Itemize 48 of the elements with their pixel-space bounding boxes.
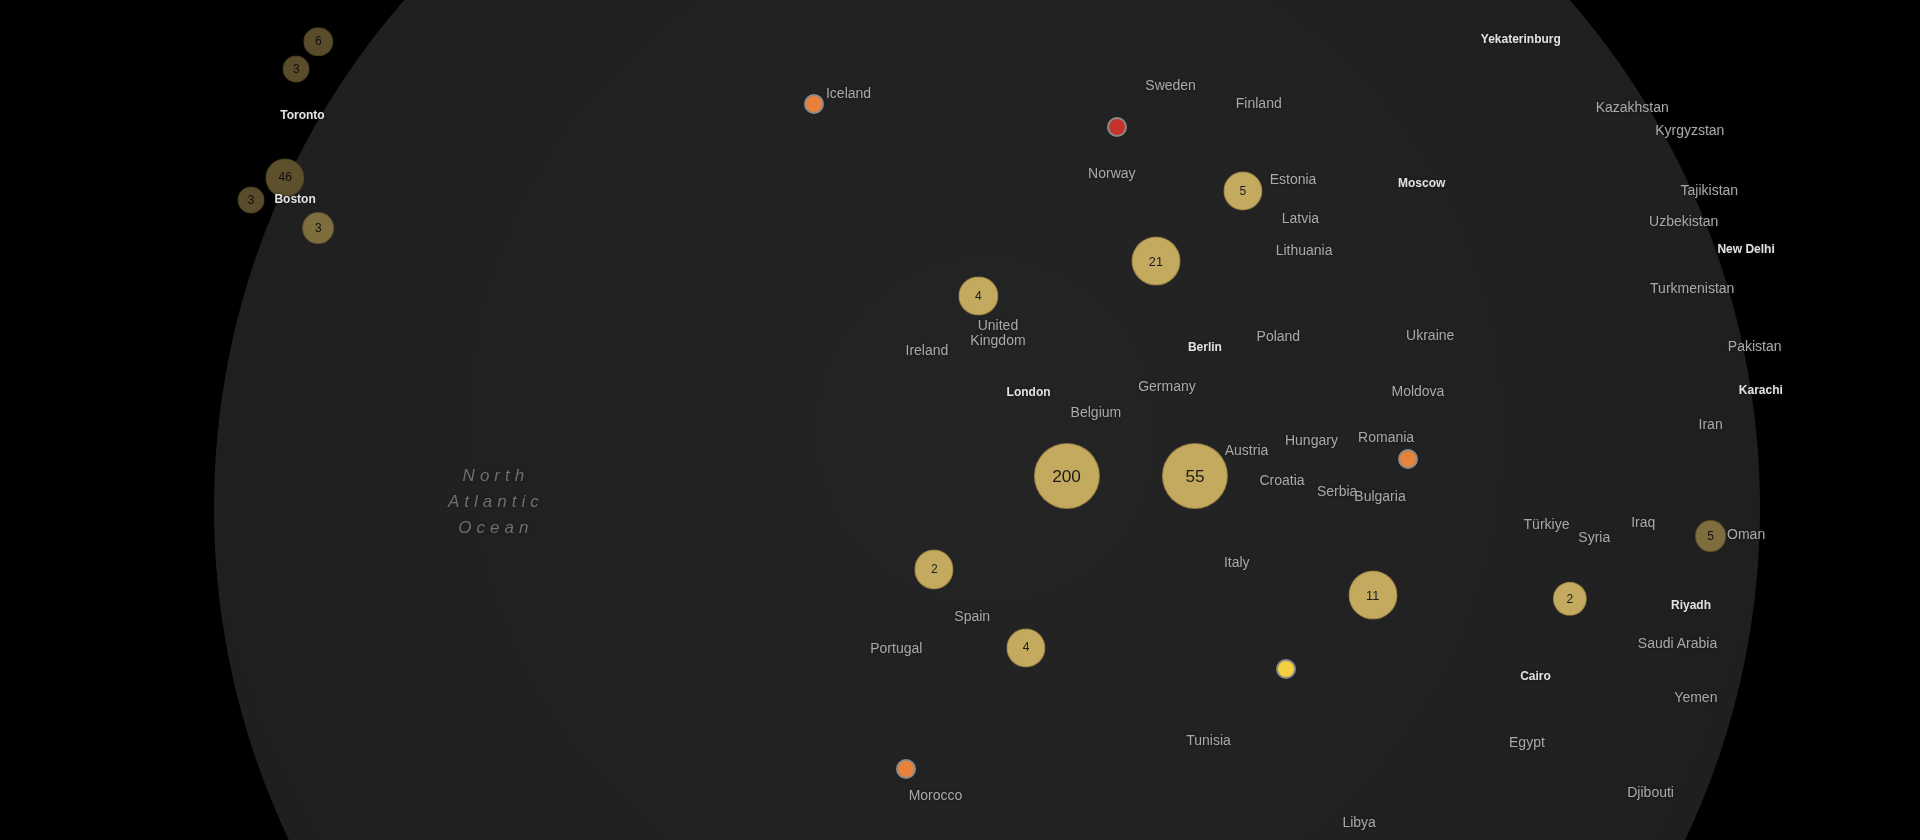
country-label: United Kingdom [970,317,1026,349]
country-label: Spain [954,609,991,625]
country-label: Poland [1256,329,1301,345]
country-label: Tajikistan [1680,183,1739,199]
country-label: Saudi Arabia [1637,636,1718,652]
ocean-label: North Atlantic Ocean [448,465,544,540]
country-label: Italy [1223,555,1250,571]
country-label: Kyrgyzstan [1655,123,1725,139]
country-label: Libya [1342,815,1376,831]
country-label: Egypt [1509,735,1545,751]
country-label: Uzbekistan [1649,213,1719,230]
city-label: Berlin [1187,341,1222,355]
country-label: Iceland [826,86,872,102]
city-label: London [1006,386,1051,400]
country-label: Sweden [1145,78,1196,94]
country-label: Finland [1235,96,1282,112]
country-label: Morocco [908,788,963,804]
country-label: Latvia [1281,211,1320,227]
country-label: Pakistan [1727,338,1782,355]
country-label: Lithuania [1275,243,1333,259]
country-label: Norway [1088,166,1136,182]
country-label: Romania [1358,430,1415,447]
city-label: Riyadh [1671,599,1711,613]
city-label: Karachi [1738,384,1783,398]
country-label: Syria [1578,529,1611,546]
country-label: Germany [1138,379,1196,395]
country-label: Türkiye [1523,517,1570,533]
country-label: Estonia [1269,172,1317,188]
country-label: Ukraine [1406,327,1455,344]
country-label: Turkmenistan [1650,281,1735,297]
country-label: Tunisia [1186,733,1231,749]
country-label: Iran [1698,417,1723,433]
country-label: Iraq [1631,515,1656,531]
country-label: Ireland [905,343,949,360]
country-label: Moldova [1391,384,1445,400]
city-label: New Delhi [1717,243,1775,257]
city-label: Toronto [280,109,325,123]
city-label: Moscow [1397,177,1446,191]
country-label: Croatia [1259,473,1305,489]
city-label: Yekaterinburg [1480,33,1561,47]
country-label: Oman [1727,527,1766,543]
country-label: Portugal [870,641,923,657]
country-label: Belgium [1070,404,1122,421]
country-label: Yemen [1674,690,1718,706]
country-label: Hungary [1284,433,1338,449]
country-label: Kazakhstan [1595,100,1669,116]
country-label: Djibouti [1627,785,1674,802]
city-label: Cairo [1520,670,1551,684]
